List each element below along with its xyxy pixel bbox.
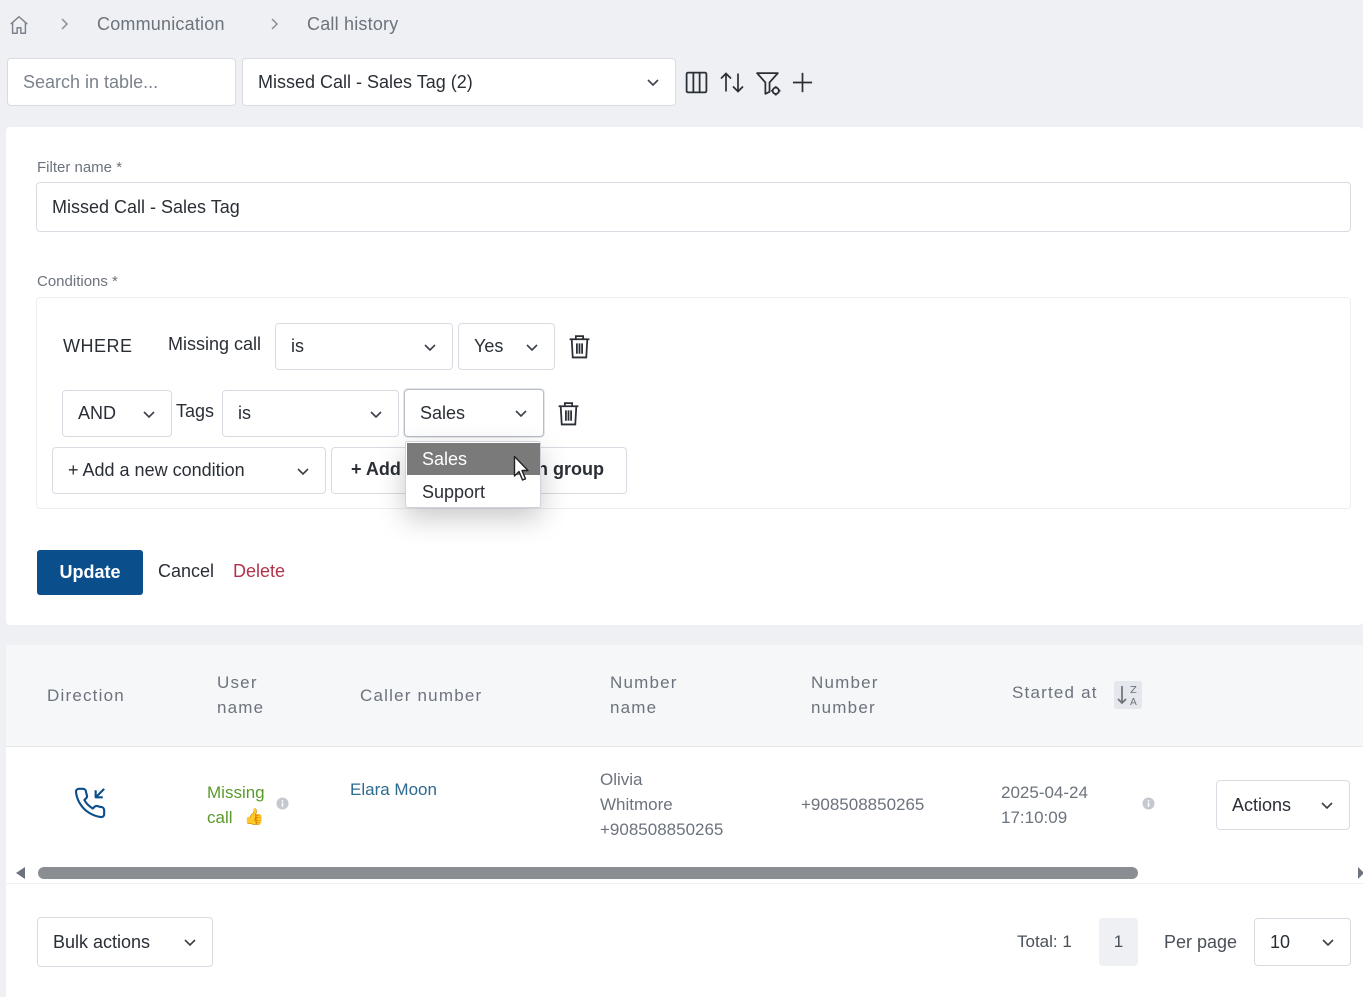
thumbs-up-emoji: 👍 (244, 809, 264, 826)
add-group-label-left: + Add (351, 459, 401, 479)
number-name-line2: Whitmore (600, 795, 673, 814)
chevron-down-icon (370, 410, 382, 418)
scroll-right-arrow-icon[interactable] (1358, 867, 1363, 879)
scrollbar-thumb[interactable] (38, 867, 1138, 879)
field-missing-call: Missing call (168, 334, 262, 354)
incoming-call-icon (73, 786, 107, 820)
table-header: Direction User name Caller number Number… (6, 645, 1363, 747)
sort-z-a-icon[interactable]: ZA (1114, 681, 1142, 709)
home-icon[interactable] (8, 14, 30, 36)
saved-filter-select[interactable]: Missed Call - Sales Tag (2) (242, 58, 676, 106)
mouse-cursor-icon (513, 455, 531, 483)
field-tags: Tags (176, 401, 215, 421)
user-name-line2: call (207, 808, 233, 827)
trash-icon[interactable] (568, 334, 591, 359)
chevron-down-icon (526, 343, 538, 351)
per-page-select[interactable]: 10 (1254, 918, 1351, 966)
conditions-label: Conditions * (37, 273, 118, 290)
operator-select-1[interactable]: is (275, 323, 453, 370)
number-name-line1: Olivia (600, 770, 643, 789)
chevron-down-icon (424, 343, 436, 351)
header-number-name-line2[interactable]: name (610, 695, 657, 720)
chevron-down-icon (297, 467, 309, 475)
value-select-2[interactable]: Sales (404, 389, 544, 437)
chevron-down-icon (1322, 939, 1334, 947)
delete-button[interactable]: Delete (233, 561, 285, 582)
header-caller-number[interactable]: Caller number (360, 683, 482, 708)
header-started-at[interactable]: Started at (1012, 680, 1098, 705)
info-icon[interactable] (276, 797, 289, 810)
number-number: +908508850265 (801, 795, 925, 814)
breadcrumb: Communication Call history (0, 0, 1363, 50)
page-button-current[interactable]: 1 (1099, 918, 1138, 966)
started-at-time: 17:10:09 (1001, 808, 1068, 827)
search-input[interactable]: Search in table... (7, 58, 236, 106)
cancel-button[interactable]: Cancel (158, 561, 214, 582)
filter-name-input[interactable]: Missed Call - Sales Tag (36, 182, 1351, 232)
filter-name-label: Filter name * (37, 159, 123, 176)
actions-button[interactable]: Actions (1216, 780, 1350, 830)
trash-icon[interactable] (557, 401, 580, 426)
total-count: Total: 1 (1017, 932, 1072, 951)
header-direction[interactable]: Direction (47, 683, 125, 708)
where-label: WHERE (63, 336, 133, 356)
caller-number-link[interactable]: Elara Moon (350, 777, 437, 802)
chevron-down-icon (143, 410, 155, 418)
scroll-left-arrow-icon[interactable] (16, 867, 26, 879)
value-select-1[interactable]: Yes (458, 323, 555, 370)
add-group-label-right: n group (537, 459, 604, 479)
filter-settings-icon[interactable] (755, 70, 782, 97)
header-number-number-line1[interactable]: Number (811, 670, 879, 695)
bulk-actions-button[interactable]: Bulk actions (37, 917, 213, 967)
number-name-line3: +908508850265 (600, 820, 724, 839)
user-name-line1: Missing (207, 783, 265, 802)
plus-icon[interactable] (791, 71, 814, 94)
svg-text:A: A (1130, 697, 1137, 708)
chevron-right-icon (266, 16, 282, 32)
header-number-name-line1[interactable]: Number (610, 670, 678, 695)
per-page-label: Per page (1164, 932, 1238, 952)
breadcrumb-call-history: Call history (307, 14, 399, 34)
chevron-down-icon (515, 410, 527, 418)
header-user-name-line2[interactable]: name (217, 695, 264, 720)
add-condition-button[interactable]: + Add a new condition (52, 447, 326, 494)
call-history-table: Direction User name Caller number Number… (6, 645, 1363, 883)
update-button[interactable]: Update (37, 550, 143, 595)
started-at-date: 2025-04-24 (1001, 783, 1088, 802)
chevron-down-icon (184, 939, 196, 947)
chevron-right-icon (56, 16, 72, 32)
info-icon[interactable] (1142, 797, 1155, 810)
chevron-down-icon (647, 79, 659, 87)
columns-icon[interactable] (684, 70, 709, 95)
svg-text:Z: Z (1130, 685, 1137, 696)
sort-icon[interactable] (719, 70, 745, 95)
breadcrumb-communication[interactable]: Communication (97, 14, 225, 35)
header-number-number-line2[interactable]: number (811, 695, 876, 720)
chevron-down-icon (1321, 802, 1333, 810)
connector-select[interactable]: AND (62, 390, 172, 437)
header-user-name-line1[interactable]: User (217, 670, 258, 695)
table-row: Missing call 👍 Elara Moon Olivia Whitmor… (6, 748, 1363, 862)
operator-select-2[interactable]: is (222, 390, 399, 437)
